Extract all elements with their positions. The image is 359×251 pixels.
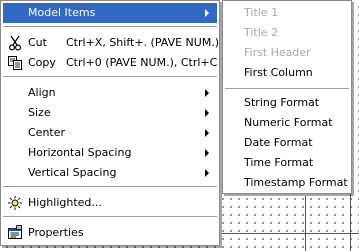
submenu-item-label: Title 1 xyxy=(244,6,279,19)
submenu-item-date-format[interactable]: Date Format xyxy=(225,133,349,153)
menu-item-shortcut: Ctrl+0 (PAVE NUM.), Ctrl+C xyxy=(66,56,218,69)
submenu-item-label: Time Format xyxy=(244,156,314,169)
submenu-item-first-column[interactable]: First Column xyxy=(225,63,349,83)
menu-item-label: Model Items xyxy=(28,6,96,19)
menu-item-align[interactable]: Align xyxy=(3,83,217,103)
properties-icon xyxy=(7,225,23,241)
menu-item-label: Align xyxy=(28,86,56,99)
menu-item-vertical-spacing[interactable]: Vertical Spacing xyxy=(3,163,217,183)
submenu-arrow-icon xyxy=(205,9,209,17)
menu-item-label: Copy xyxy=(28,56,56,69)
menu-separator xyxy=(3,186,217,187)
menu-separator xyxy=(225,88,349,89)
submenu-item-label: Date Format xyxy=(244,136,313,149)
menu-item-shortcut: Ctrl+X, Shift+. (PAVE NUM.) xyxy=(66,36,220,49)
menu-separator xyxy=(3,216,217,217)
submenu-item-label: String Format xyxy=(244,96,320,109)
submenu-item-label: First Column xyxy=(244,66,313,79)
menu-item-highlighted[interactable]: Highlighted... xyxy=(3,193,217,213)
menu-separator xyxy=(3,26,217,27)
menu-item-label: Vertical Spacing xyxy=(28,166,117,179)
submenu-arrow-icon xyxy=(205,169,209,177)
submenu-item-label: Numeric Format xyxy=(244,116,333,129)
menu-item-label: Center xyxy=(28,126,66,139)
menu-item-horizontal-spacing[interactable]: Horizontal Spacing xyxy=(3,143,217,163)
menu-item-cut[interactable]: Cut Ctrl+X, Shift+. (PAVE NUM.) xyxy=(3,33,220,53)
submenu-item-label: Title 2 xyxy=(244,26,279,39)
submenu-item-label: First Header xyxy=(244,46,311,59)
scissors-icon xyxy=(7,35,23,51)
submenu-item-title-1[interactable]: Title 1 xyxy=(225,3,349,23)
submenu-item-label: Timestamp Format xyxy=(244,176,348,189)
menu-item-size[interactable]: Size xyxy=(3,103,217,123)
submenu-item-timestamp-format[interactable]: Timestamp Format xyxy=(225,173,349,193)
submenu-item-title-2[interactable]: Title 2 xyxy=(225,23,349,43)
menu-item-label: Properties xyxy=(28,226,84,239)
submenu-arrow-icon xyxy=(205,109,209,117)
menu-item-label: Cut xyxy=(28,36,47,49)
model-items-submenu: Title 1 Title 2 First Header First Colum… xyxy=(222,0,352,194)
copy-icon xyxy=(7,55,23,71)
submenu-item-first-header[interactable]: First Header xyxy=(225,43,349,63)
menu-item-copy[interactable]: Copy Ctrl+0 (PAVE NUM.), Ctrl+C xyxy=(3,53,217,73)
menu-item-model-items[interactable]: Model Items xyxy=(3,3,217,23)
submenu-arrow-icon xyxy=(205,129,209,137)
submenu-item-time-format[interactable]: Time Format xyxy=(225,153,349,173)
canvas-guide-line xyxy=(222,233,359,234)
menu-item-label: Size xyxy=(28,106,51,119)
menu-item-properties[interactable]: Properties xyxy=(3,223,217,243)
submenu-item-string-format[interactable]: String Format xyxy=(225,93,349,113)
sun-icon xyxy=(7,195,23,211)
submenu-item-numeric-format[interactable]: Numeric Format xyxy=(225,113,349,133)
menu-item-center[interactable]: Center xyxy=(3,123,217,143)
submenu-arrow-icon xyxy=(205,89,209,97)
menu-separator xyxy=(3,76,217,77)
submenu-arrow-icon xyxy=(205,149,209,157)
context-menu: Model Items Cut Ctrl+X, Shift+. (PAVE NU… xyxy=(0,0,220,246)
canvas-guide-line xyxy=(305,196,306,251)
menu-item-label: Highlighted... xyxy=(28,196,102,209)
menu-item-label: Horizontal Spacing xyxy=(28,146,132,159)
